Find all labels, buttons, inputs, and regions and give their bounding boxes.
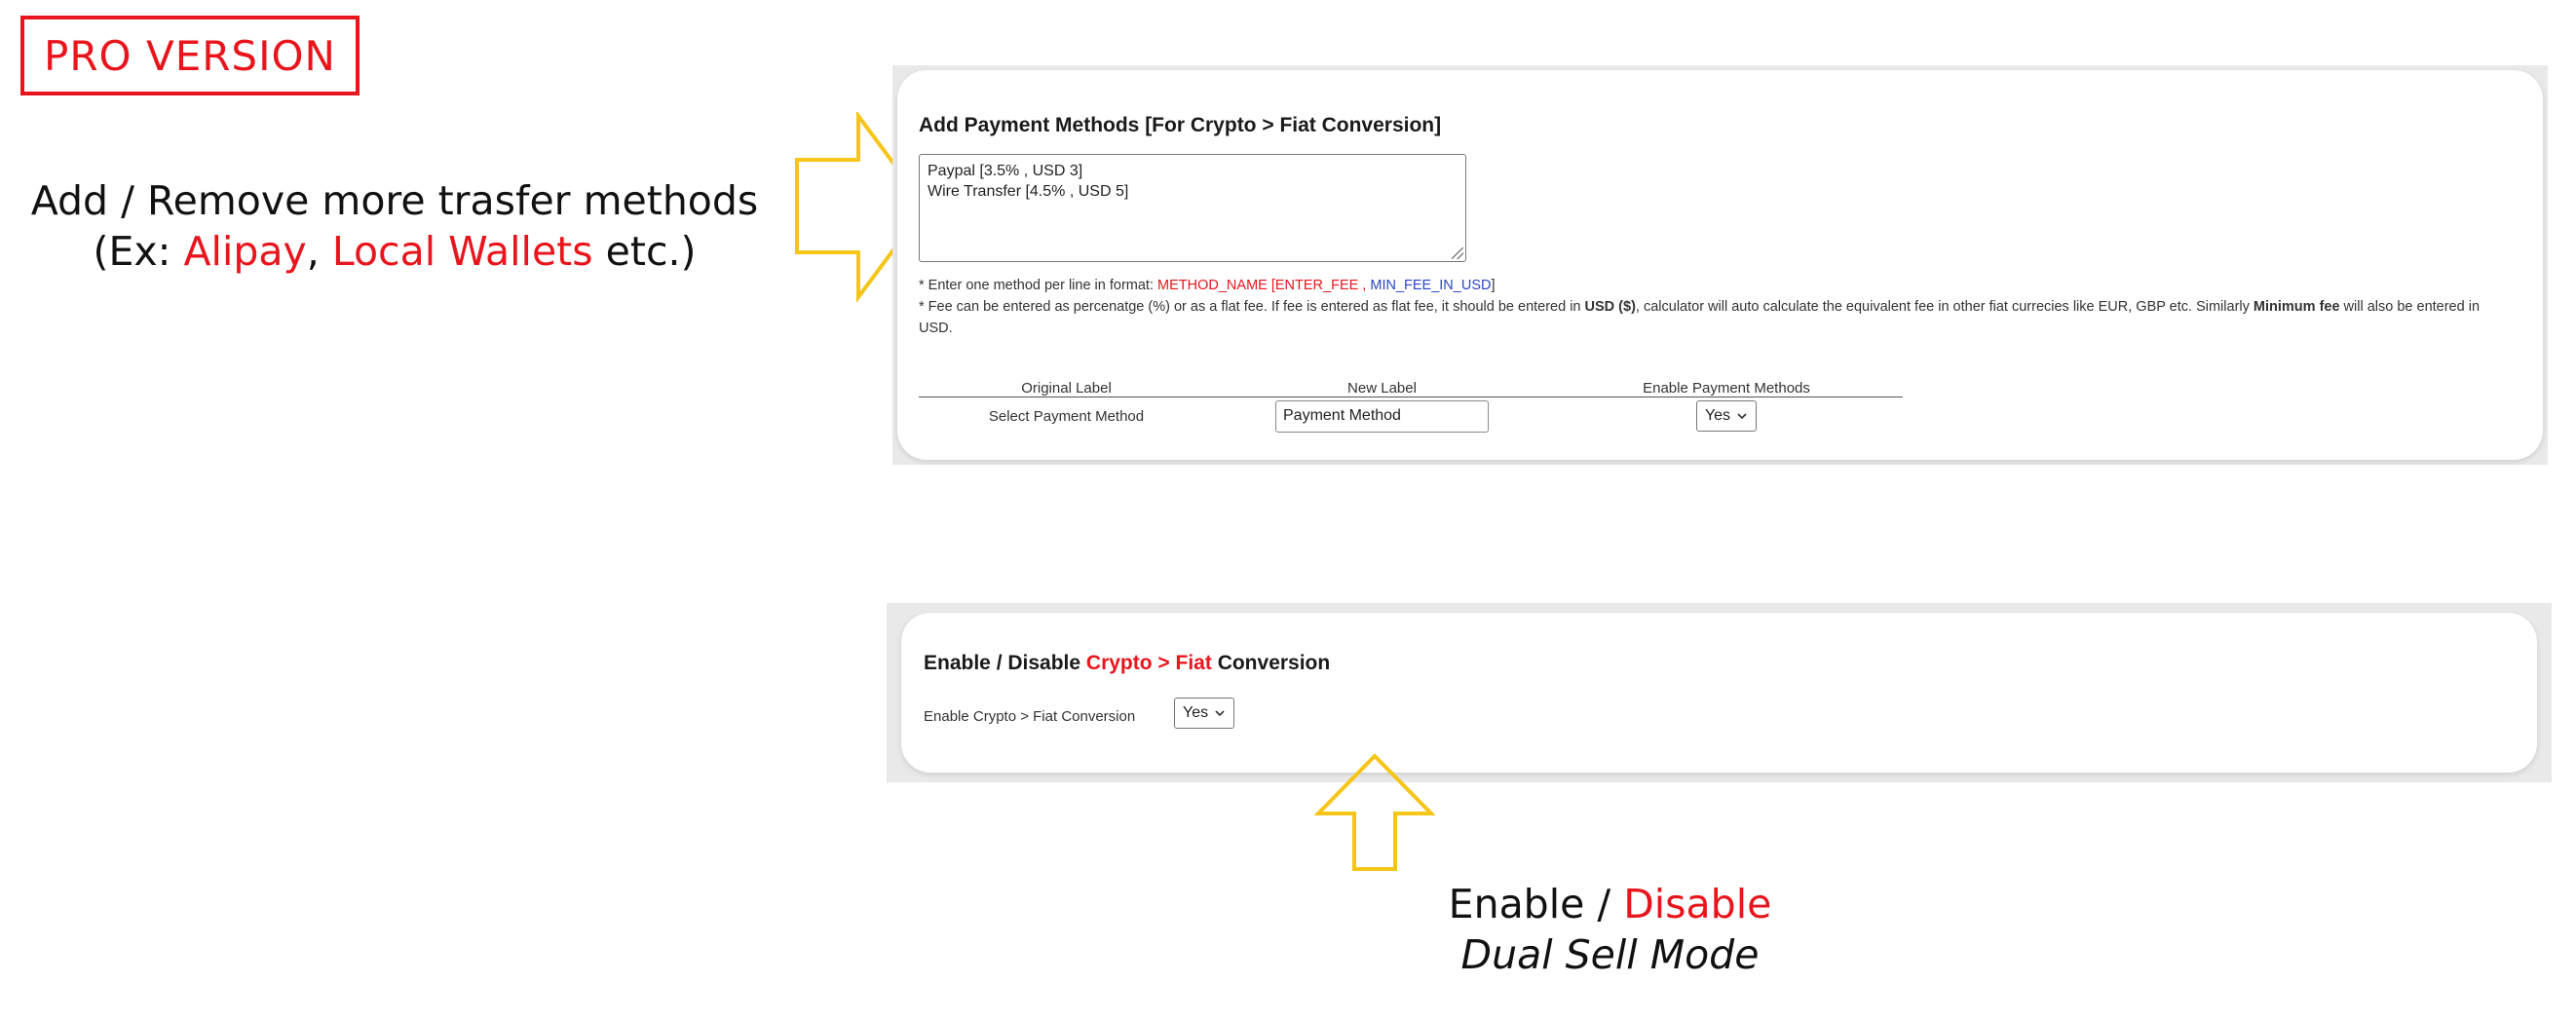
hint-usd: USD ($) <box>1584 299 1636 315</box>
new-label-input[interactable] <box>1275 399 1489 433</box>
conversion-title-b: Conversion <box>1211 652 1331 674</box>
conversion-title-sep: > <box>1152 652 1176 674</box>
note-enable: Enable <box>1448 881 1585 927</box>
hint-minimum-fee: Minimum fee <box>2253 299 2340 315</box>
method-line: Paypal [3.5% , USD 3] <box>928 163 1083 179</box>
payment-methods-card: Add Payment Methods [For Crypto > Fiat C… <box>897 70 2543 460</box>
arrow-up-icon <box>1314 753 1435 871</box>
conversion-row-label: Enable Crypto > Fiat Conversion <box>924 708 1136 725</box>
conversion-select-value: Yes <box>1183 704 1209 721</box>
new-label-cell <box>1214 399 1550 433</box>
transfer-methods-note: Add / Remove more trasfer methods (Ex: A… <box>19 175 770 277</box>
hint-line-1: * Enter one method per line in format: M… <box>919 275 2497 296</box>
conversion-title-crypto: Crypto <box>1085 652 1153 674</box>
header-original-label: Original Label <box>1021 380 1112 397</box>
resize-grip-icon[interactable] <box>1452 247 1463 259</box>
payment-methods-textarea[interactable]: Paypal [3.5% , USD 3] Wire Transfer [4.5… <box>919 154 1466 262</box>
enable-cell: Yes <box>1550 400 1903 432</box>
hint-prefix: * Enter one method per line in format: <box>919 278 1158 293</box>
payment-methods-hint: * Enter one method per line in format: M… <box>919 275 2497 339</box>
table-row: Select Payment Method Yes <box>919 397 1903 435</box>
note-disable: Disable <box>1623 881 1772 927</box>
method-line: Wire Transfer [4.5% , USD 5] <box>928 183 1129 200</box>
note-comma: , <box>306 228 332 275</box>
hint-min-fee-format: MIN_FEE_IN_USD <box>1370 278 1492 293</box>
hint-close: ] <box>1491 278 1496 293</box>
enable-payment-methods-value: Yes <box>1704 407 1731 424</box>
payment-methods-panel: Add Payment Methods [For Crypto > Fiat C… <box>892 65 2548 465</box>
pro-version-label: PRO VERSION <box>44 31 336 80</box>
note-open: (Ex: <box>93 228 184 275</box>
hint-fee-a: * Fee can be entered as percenatge (%) o… <box>919 299 1585 315</box>
note-slash: / <box>1584 881 1624 927</box>
dual-sell-line-1: Enable / Disable <box>1364 879 1856 929</box>
note-alipay: Alipay <box>183 228 307 275</box>
label-table-header: Original Label New Label Enable Payment … <box>919 380 1903 397</box>
conversion-title: Enable / Disable Crypto > Fiat Conversio… <box>924 652 1330 675</box>
hint-method-format: METHOD_NAME [ENTER_FEE , <box>1157 278 1367 293</box>
header-enable-payment-methods: Enable Payment Methods <box>1643 380 1810 397</box>
enable-payment-methods-select[interactable]: Yes <box>1695 400 1758 432</box>
note-line-1: Add / Remove more trasfer methods <box>30 177 759 224</box>
conversion-title-fiat: Fiat <box>1175 652 1212 674</box>
chevron-down-icon <box>1737 413 1747 420</box>
conversion-select[interactable]: Yes <box>1174 698 1235 729</box>
conversion-card: Enable / Disable Crypto > Fiat Conversio… <box>901 613 2537 773</box>
note-line-2: (Ex: Alipay, Local Wallets etc.) <box>19 226 770 277</box>
dual-sell-note: Enable / Disable Dual Sell Mode <box>1364 879 1856 980</box>
header-new-label: New Label <box>1347 380 1417 397</box>
note-local-wallets: Local Wallets <box>331 228 593 275</box>
payment-methods-title: Add Payment Methods [For Crypto > Fiat C… <box>919 114 1442 136</box>
pro-version-badge: PRO VERSION <box>20 16 360 95</box>
conversion-panel: Enable / Disable Crypto > Fiat Conversio… <box>887 603 2552 782</box>
label-table: Original Label New Label Enable Payment … <box>919 380 1903 435</box>
dual-sell-line-2: Dual Sell Mode <box>1460 931 1760 978</box>
hint-line-2: * Fee can be entered as percenatge (%) o… <box>919 296 2497 339</box>
conversion-title-a: Enable / Disable <box>924 652 1086 674</box>
original-label-cell: Select Payment Method <box>988 407 1145 425</box>
note-close: etc.) <box>592 228 697 275</box>
chevron-down-icon <box>1215 710 1225 717</box>
hint-fee-b: , calculator will auto calculate the equ… <box>1635 299 2254 315</box>
